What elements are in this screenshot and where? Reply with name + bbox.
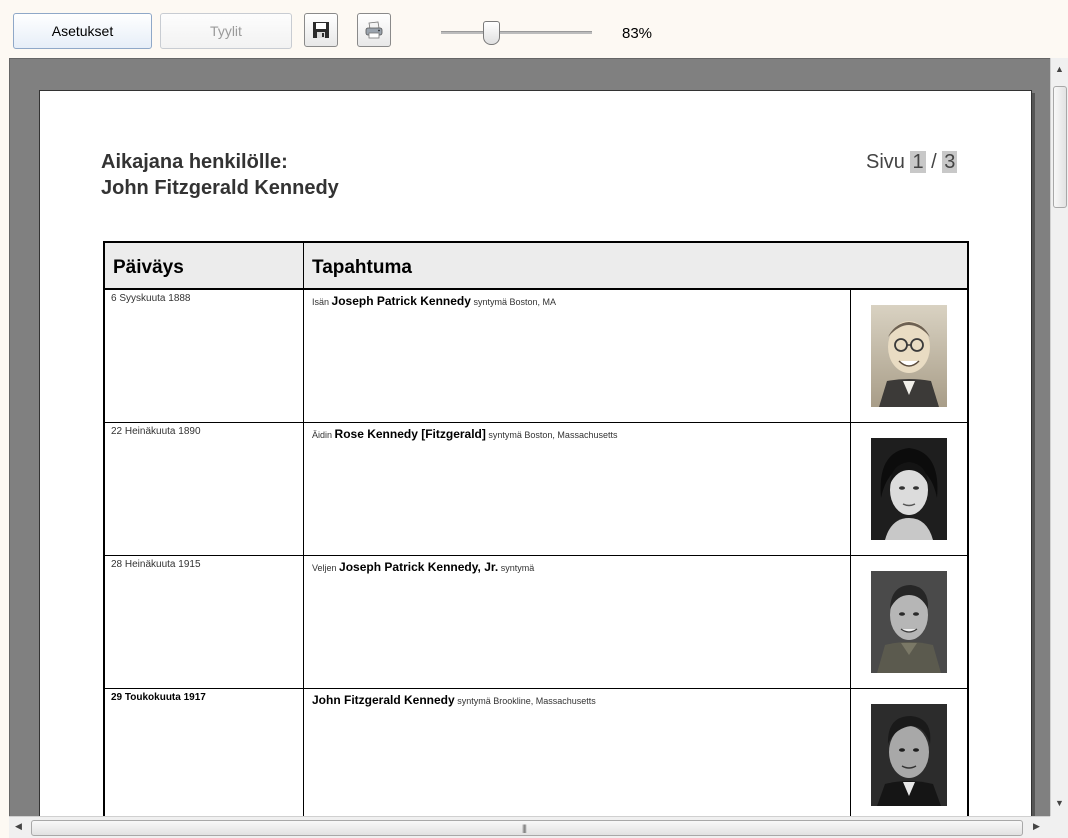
event-relation: Isän <box>312 297 330 307</box>
event-date: 22 Heinäkuuta 1890 <box>105 423 304 555</box>
table-row: 22 Heinäkuuta 1890 Äidin Rose Kennedy [F… <box>105 423 967 556</box>
event-detail: syntymä Brookline, Massachusetts <box>457 696 596 706</box>
table-row: 6 Syyskuuta 1888 Isän Joseph Patrick Ken… <box>105 290 967 423</box>
horizontal-scroll-thumb[interactable]: ||| <box>31 820 1023 836</box>
event-person-name: Joseph Patrick Kennedy <box>331 294 471 308</box>
scroll-up-icon[interactable]: ▲ <box>1055 64 1064 74</box>
event-person-name: John Fitzgerald Kennedy <box>312 693 455 707</box>
event-description: John Fitzgerald Kennedy syntymä Brooklin… <box>304 689 851 816</box>
page-separator: / <box>931 151 937 173</box>
event-detail: syntymä <box>500 563 535 573</box>
event-relation: Äidin <box>312 430 333 440</box>
event-person-name: Rose Kennedy [Fitzgerald] <box>334 427 486 441</box>
portrait-photo <box>871 571 947 673</box>
page-title: Aikajana henkilölle: John Fitzgerald Ken… <box>101 149 339 201</box>
column-header-event: Tapahtuma <box>312 257 412 278</box>
page-current: 1 <box>910 151 926 173</box>
vertical-scrollbar[interactable]: ▲ ▼ <box>1050 58 1068 816</box>
vertical-scroll-thumb[interactable] <box>1053 86 1067 208</box>
scroll-down-icon[interactable]: ▼ <box>1055 798 1064 808</box>
event-description: Veljen Joseph Patrick Kennedy, Jr. synty… <box>304 556 851 688</box>
scroll-corner <box>1050 816 1068 838</box>
portrait-photo <box>871 305 947 407</box>
zoom-slider-track[interactable] <box>441 31 592 34</box>
toolbar: Asetukset Tyylit 83% <box>0 0 1068 58</box>
event-photo-cell <box>851 689 967 816</box>
table-row: 28 Heinäkuuta 1915 Veljen Joseph Patrick… <box>105 556 967 689</box>
event-person-name: Joseph Patrick Kennedy, Jr. <box>339 560 499 574</box>
event-relation: Veljen <box>312 563 337 573</box>
grip-icon: ||| <box>522 823 527 833</box>
horizontal-scrollbar[interactable]: ◀ ||| ▶ <box>9 816 1050 838</box>
save-button[interactable] <box>304 13 338 47</box>
portrait-photo <box>871 704 947 806</box>
styles-button[interactable]: Tyylit <box>160 13 292 49</box>
event-description: Isän Joseph Patrick Kennedy syntymä Bost… <box>304 290 851 422</box>
scroll-left-icon[interactable]: ◀ <box>15 821 22 832</box>
print-button[interactable] <box>357 13 391 47</box>
document-viewport[interactable]: Aikajana henkilölle: John Fitzgerald Ken… <box>9 58 1055 816</box>
table-header: Päiväys Tapahtuma <box>105 243 967 290</box>
event-photo-cell <box>851 556 967 688</box>
event-detail: syntymä Boston, Massachusetts <box>488 430 618 440</box>
save-icon <box>313 22 329 38</box>
event-photo-cell <box>851 423 967 555</box>
settings-button[interactable]: Asetukset <box>13 13 152 49</box>
title-line-1: Aikajana henkilölle: <box>101 151 288 173</box>
report-page: Aikajana henkilölle: John Fitzgerald Ken… <box>39 90 1032 816</box>
print-icon <box>365 21 383 39</box>
timeline-table: Päiväys Tapahtuma 6 Syyskuuta 1888 Isän … <box>103 241 969 816</box>
event-photo-cell <box>851 290 967 422</box>
event-detail: syntymä Boston, MA <box>473 297 556 307</box>
page-indicator: Sivu 1 / 3 <box>866 151 958 174</box>
scroll-right-icon[interactable]: ▶ <box>1033 821 1040 832</box>
page-total: 3 <box>942 151 958 173</box>
event-date: 28 Heinäkuuta 1915 <box>105 556 304 688</box>
event-date: 6 Syyskuuta 1888 <box>105 290 304 422</box>
pager-label: Sivu <box>866 151 905 173</box>
zoom-level-label: 83% <box>622 25 653 42</box>
portrait-photo <box>871 438 947 540</box>
column-header-date: Päiväys <box>105 243 304 288</box>
title-line-2: John Fitzgerald Kennedy <box>101 177 339 199</box>
event-description: Äidin Rose Kennedy [Fitzgerald] syntymä … <box>304 423 851 555</box>
table-row: 29 Toukokuuta 1917 John Fitzgerald Kenne… <box>105 689 967 816</box>
zoom-slider-thumb[interactable] <box>483 21 500 45</box>
event-date: 29 Toukokuuta 1917 <box>105 689 304 816</box>
